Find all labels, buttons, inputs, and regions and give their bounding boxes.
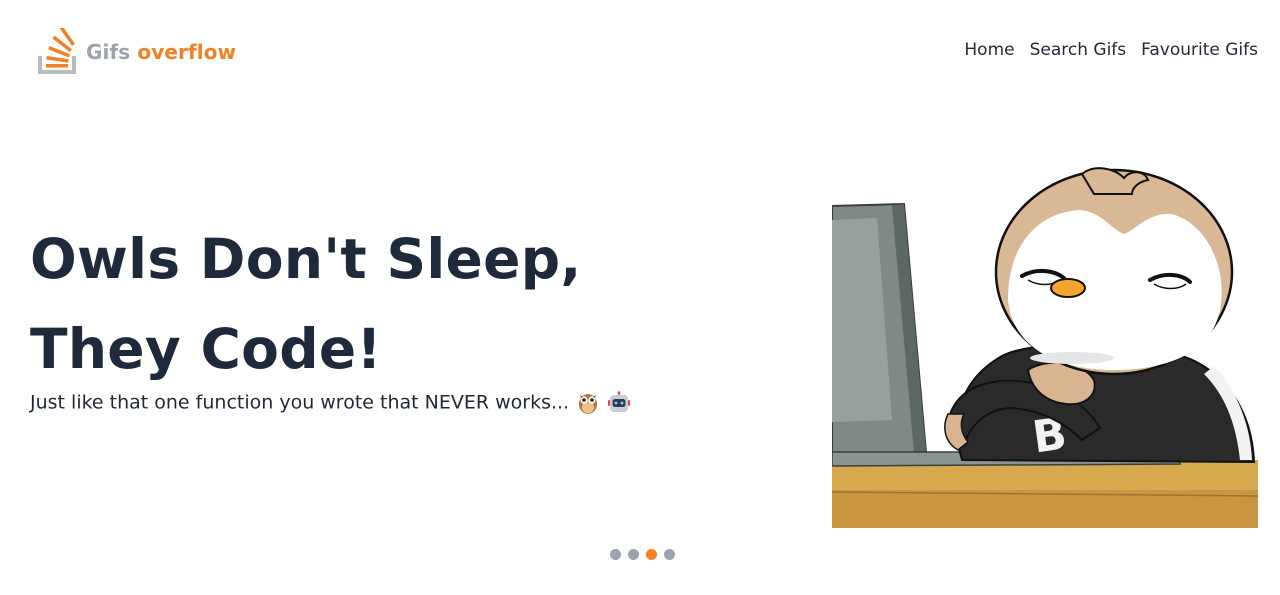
nav-search-gifs[interactable]: Search Gifs [1030,40,1127,60]
hero-subtitle-text: Just like that one function you wrote th… [30,391,570,414]
penguin-at-laptop-illustration: B [832,167,1258,528]
robot-emoji [608,391,631,412]
page: Gifs overflow Home Search Gifs Favourite… [0,0,1280,595]
brand-name-part1: Gifs [86,40,131,64]
nav-favourite-gifs[interactable]: Favourite Gifs [1141,40,1258,60]
brand-name-part2: overflow [137,40,237,64]
carousel-dot-1[interactable] [610,549,621,560]
hero-title: Owls Don't Sleep, They Code! [30,227,582,381]
header: Gifs overflow Home Search Gifs Favourite… [0,0,1280,100]
stack-overflow-icon [38,28,76,74]
carousel-dot-2[interactable] [628,549,639,560]
carousel-dots [610,549,675,560]
carousel-dot-3[interactable] [646,549,657,560]
brand-name: Gifs overflow [86,40,236,64]
main-nav: Home Search Gifs Favourite Gifs [964,40,1258,60]
hero-gif: B [832,160,1258,528]
hero-subtitle: Just like that one function you wrote th… [30,391,631,415]
carousel-dot-4[interactable] [664,549,675,560]
owl-emoji [579,394,598,414]
nav-home[interactable]: Home [964,40,1014,60]
brand-link[interactable]: Gifs overflow [38,28,236,74]
